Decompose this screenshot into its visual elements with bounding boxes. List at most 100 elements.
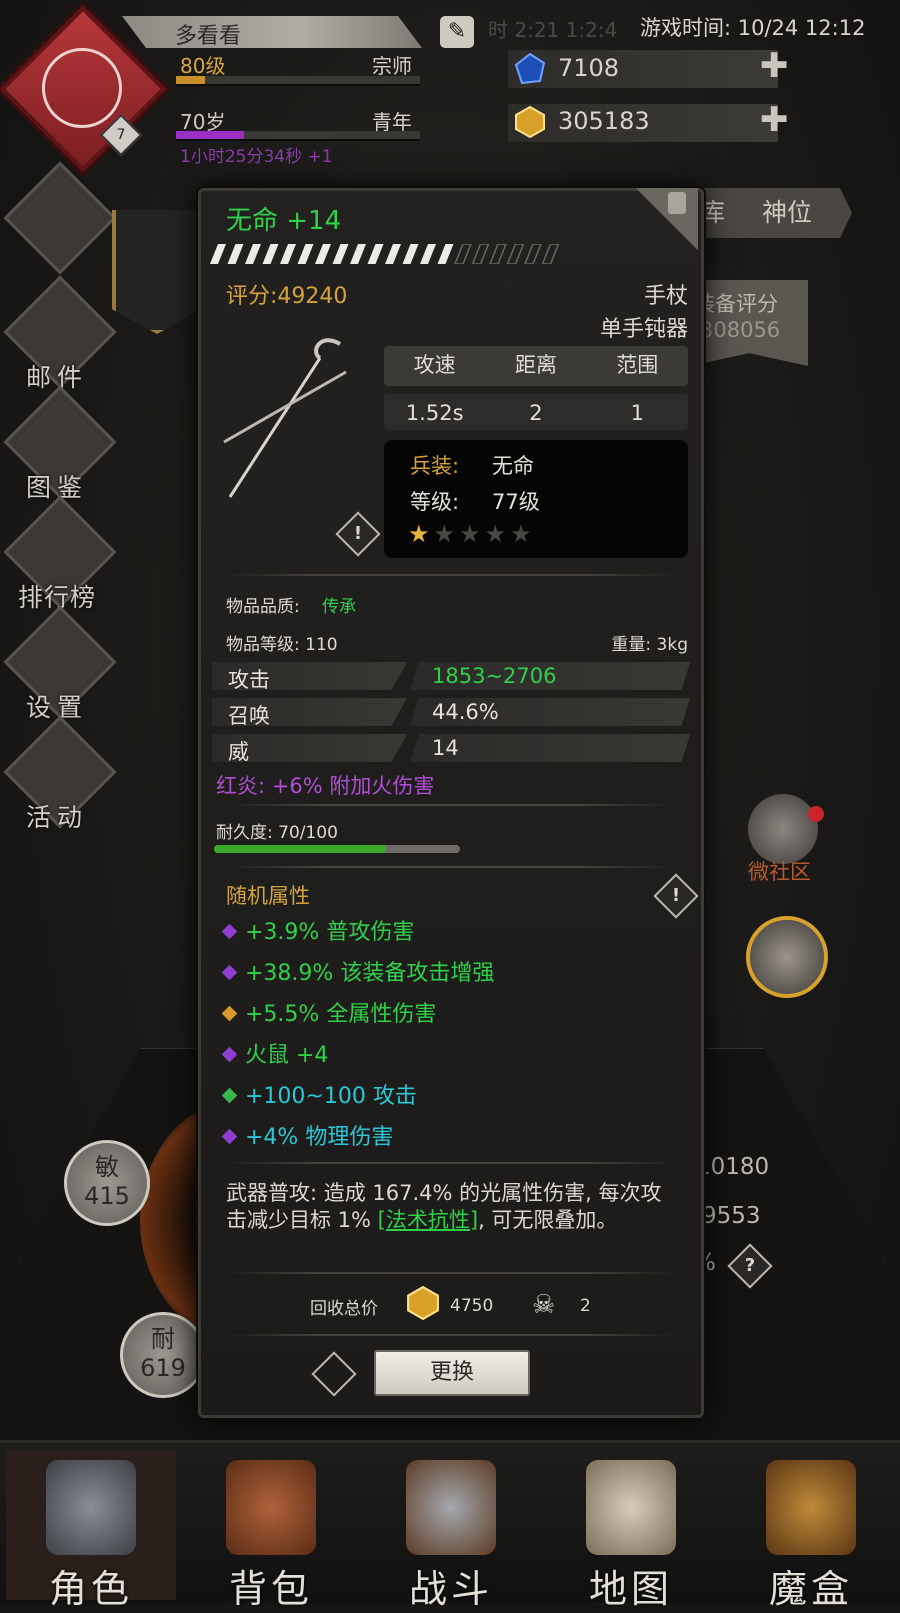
lock-icon[interactable] (668, 192, 686, 214)
enhance-progress-stripes (210, 244, 560, 264)
header-area: 范围 (616, 353, 659, 377)
resistance-link[interactable]: [法术抗性] (378, 1208, 478, 1232)
helmet-knight-icon[interactable] (748, 794, 818, 864)
replace-button[interactable]: 更换 (374, 1350, 530, 1396)
attr-value: 14 (432, 736, 459, 760)
gold-gem-icon (407, 1286, 439, 1320)
enhance-stripe (245, 244, 261, 264)
enhance-stripe (367, 244, 384, 264)
value-attack-speed: 1.52s (405, 401, 464, 425)
durability-bar (214, 845, 460, 853)
stat-agility-value: 415 (84, 1182, 130, 1210)
nav-map[interactable]: 地图 (546, 1450, 716, 1611)
random-attr: +4% 物理伤害 (221, 1119, 393, 1151)
game-time: 游戏时间: 10/24 12:12 (640, 16, 866, 40)
enhance-stripe (297, 244, 314, 264)
value-range: 2 (529, 401, 543, 425)
random-attrs-title: 随机属性 (226, 884, 310, 908)
attr-row: 攻击 1853~2706 (212, 662, 690, 692)
recycle-skull-value: 2 (580, 1296, 591, 1316)
random-attr: +100~100 攻击 (221, 1078, 417, 1110)
value-area: 1 (630, 401, 644, 425)
gold-gem-icon (515, 106, 545, 138)
enhance-stripe (471, 244, 490, 264)
exp-bar (176, 76, 420, 86)
nav-character-label: 角色 (48, 1567, 133, 1611)
item-type: 手杖 (643, 284, 688, 309)
faded-time-text: 时 2:21 1:2:4 (488, 18, 618, 42)
nav-backpack[interactable]: 背包 (186, 1450, 356, 1611)
recycle-label: 回收总价 (310, 1299, 378, 1319)
weapon-level-label: 等级: (410, 490, 460, 514)
add-gold-gem-button[interactable]: ✚ (760, 100, 789, 140)
item-subtype: 单手钝器 (599, 317, 688, 342)
tab-divine-seat[interactable]: 神位 (752, 188, 852, 238)
staff-weapon-icon (223, 338, 347, 498)
divider (226, 866, 676, 868)
stat-circle-agility[interactable]: 敏 415 (64, 1140, 150, 1226)
divider (226, 804, 676, 806)
gem-dot-icon (221, 964, 238, 981)
stat-stamina-name: 耐 (151, 1325, 175, 1353)
attr-row: 召唤 44.6% (212, 698, 690, 728)
recycle-gold-value: 4750 (450, 1296, 494, 1316)
enhance-stripe (454, 244, 472, 264)
winged-emblem-icon[interactable] (746, 916, 828, 998)
divider (226, 1272, 676, 1274)
left-banner (112, 210, 202, 334)
attr-value: 44.6% (432, 700, 499, 724)
sword-shield-icon (406, 1460, 496, 1555)
star-rating: ★ ★ ★ ★ ★ (408, 520, 536, 548)
enhance-stripe (420, 244, 436, 264)
quality-value: 传承 (322, 597, 356, 617)
random-attr-text: +100~100 攻击 (245, 1084, 417, 1109)
attr-key: 威 (228, 740, 249, 764)
enhance-stripe (541, 244, 560, 264)
enhance-stripe (385, 244, 401, 264)
enhance-stripe (350, 244, 366, 264)
triskele-icon (42, 48, 122, 128)
helmet-icon (46, 1460, 136, 1555)
nav-battle[interactable]: 战斗 (366, 1450, 536, 1611)
community-label[interactable]: 微社区 (748, 856, 811, 886)
random-attr-text: +5.5% 全属性伤害 (245, 1002, 437, 1027)
nav-map-label: 地图 (588, 1567, 673, 1611)
enhance-stripe (332, 244, 349, 264)
level-badge-text: 7 (116, 127, 126, 143)
sidebar-item-events[interactable]: 活动 (7, 798, 107, 834)
currency-bar-blue (508, 50, 778, 88)
divider (226, 1334, 676, 1336)
gem-dot-icon (221, 1128, 238, 1145)
weapon-level-value: 77级 (492, 490, 540, 514)
header-range: 距离 (514, 353, 557, 377)
panel-corner (636, 188, 698, 250)
nav-battle-label: 战斗 (408, 1567, 493, 1611)
edit-name-icon[interactable]: ✎ (440, 16, 474, 48)
enhance-stripe (210, 244, 226, 264)
enhance-stripe (506, 244, 525, 264)
gem-dot-icon (221, 923, 238, 940)
item-weight: 重量: 3kg (611, 635, 688, 655)
backpack-icon (226, 1460, 316, 1555)
add-blue-gem-button[interactable]: ✚ (760, 46, 789, 86)
star-empty-icon: ★ (510, 520, 532, 548)
attr-row: 威 14 (212, 734, 690, 764)
player-rank: 宗师 (372, 54, 412, 78)
gem-dot-icon (221, 1087, 238, 1104)
header-attack-speed: 攻速 (413, 353, 456, 377)
stat-circle-stamina[interactable]: 耐 619 (120, 1312, 206, 1398)
fire-bonus-text: 红炎: +6% 附加火伤害 (216, 774, 435, 798)
attr-value: 1853~2706 (432, 664, 557, 688)
nav-backpack-label: 背包 (228, 1567, 313, 1611)
nav-character[interactable]: 角色 (6, 1450, 176, 1611)
skull-icon: ☠ (532, 1290, 556, 1320)
stat-value-1: 10180 (696, 1154, 770, 1180)
random-attr-text: +38.9% 该装备攻击增强 (245, 961, 495, 986)
enhance-stripe (524, 244, 542, 264)
durability-label: 耐久度: 70/100 (216, 823, 338, 843)
age-bar (176, 131, 420, 141)
player-level: 80级 (180, 54, 226, 78)
weapon-stats-values: 1.52s 2 1 (384, 394, 688, 430)
notification-dot (808, 806, 824, 822)
nav-magic-box[interactable]: 魔盒 (726, 1450, 896, 1611)
